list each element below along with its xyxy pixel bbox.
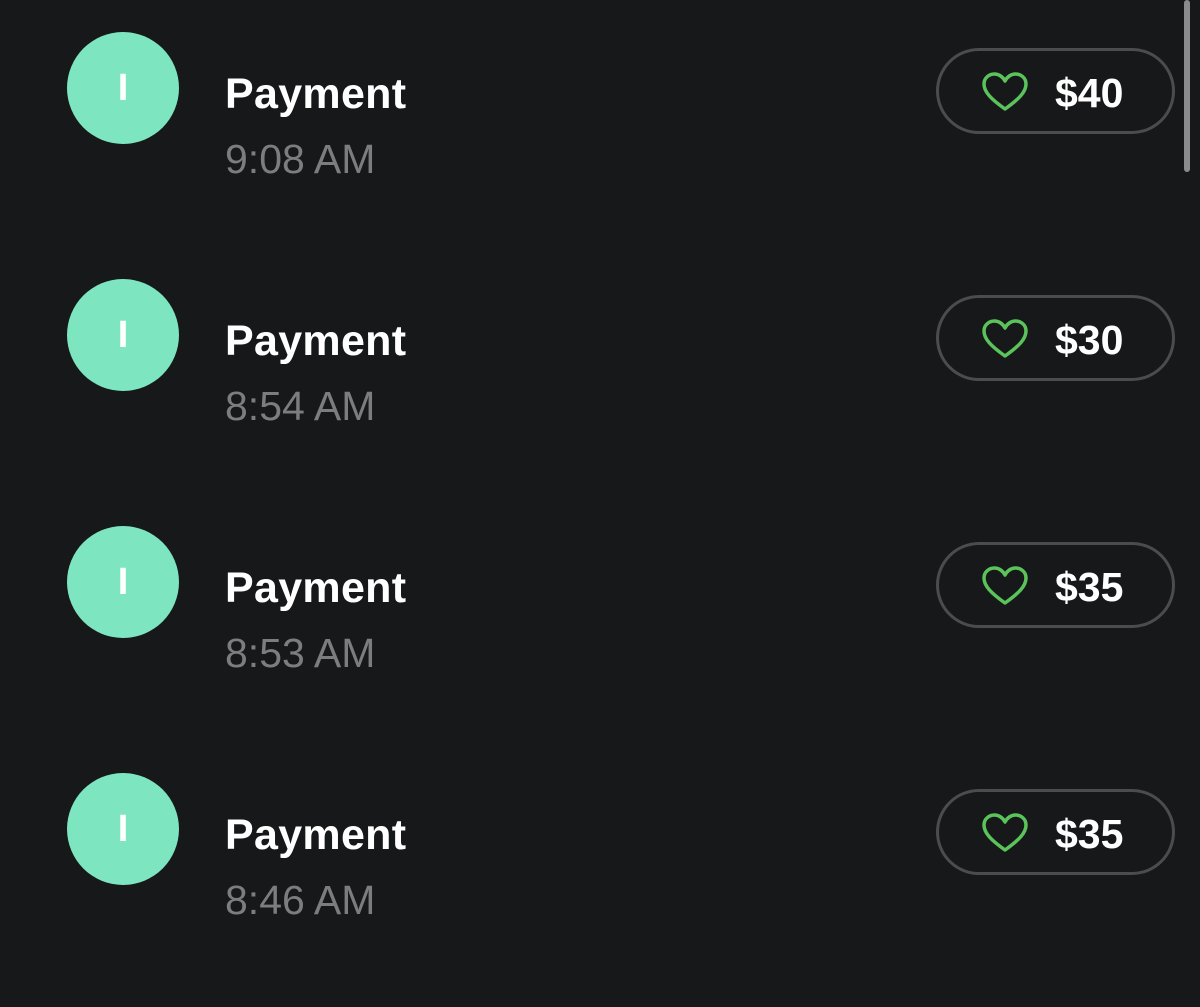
heart-icon [982, 566, 1028, 605]
transaction-title: Payment [225, 564, 407, 612]
transaction-title: Payment [225, 70, 407, 118]
avatar: I [67, 526, 179, 638]
transaction-title: Payment [225, 317, 407, 365]
transaction-row[interactable]: I Payment 8:46 AM $35 [0, 741, 1200, 923]
transaction-row[interactable]: I Payment 8:54 AM $30 [0, 247, 1200, 429]
heart-icon [982, 813, 1028, 852]
transaction-time: 9:08 AM [225, 136, 376, 182]
amount: $35 [1055, 811, 1124, 857]
avatar: I [67, 279, 179, 391]
amount: $35 [1055, 564, 1124, 610]
scrollbar[interactable] [1184, 0, 1190, 172]
avatar: I [67, 773, 179, 885]
heart-icon [982, 319, 1028, 358]
transaction-time: 8:54 AM [225, 383, 376, 429]
like-amount-button[interactable]: $30 [936, 295, 1175, 381]
transaction-time: 8:53 AM [225, 630, 376, 676]
transaction-list: I Payment 9:08 AM $40 I Payment 8:54 AM … [0, 0, 1200, 1007]
amount: $40 [1055, 70, 1124, 116]
transaction-time: 8:46 AM [225, 877, 376, 923]
like-amount-button[interactable]: $35 [936, 789, 1175, 875]
like-amount-button[interactable]: $40 [936, 48, 1175, 134]
transaction-title: Payment [225, 811, 407, 859]
transaction-row[interactable]: I Payment 9:08 AM $40 [0, 0, 1200, 182]
amount: $30 [1055, 317, 1124, 363]
heart-icon [982, 72, 1028, 111]
transaction-row[interactable]: I Payment 8:53 AM $35 [0, 494, 1200, 676]
avatar: I [67, 32, 179, 144]
like-amount-button[interactable]: $35 [936, 542, 1175, 628]
